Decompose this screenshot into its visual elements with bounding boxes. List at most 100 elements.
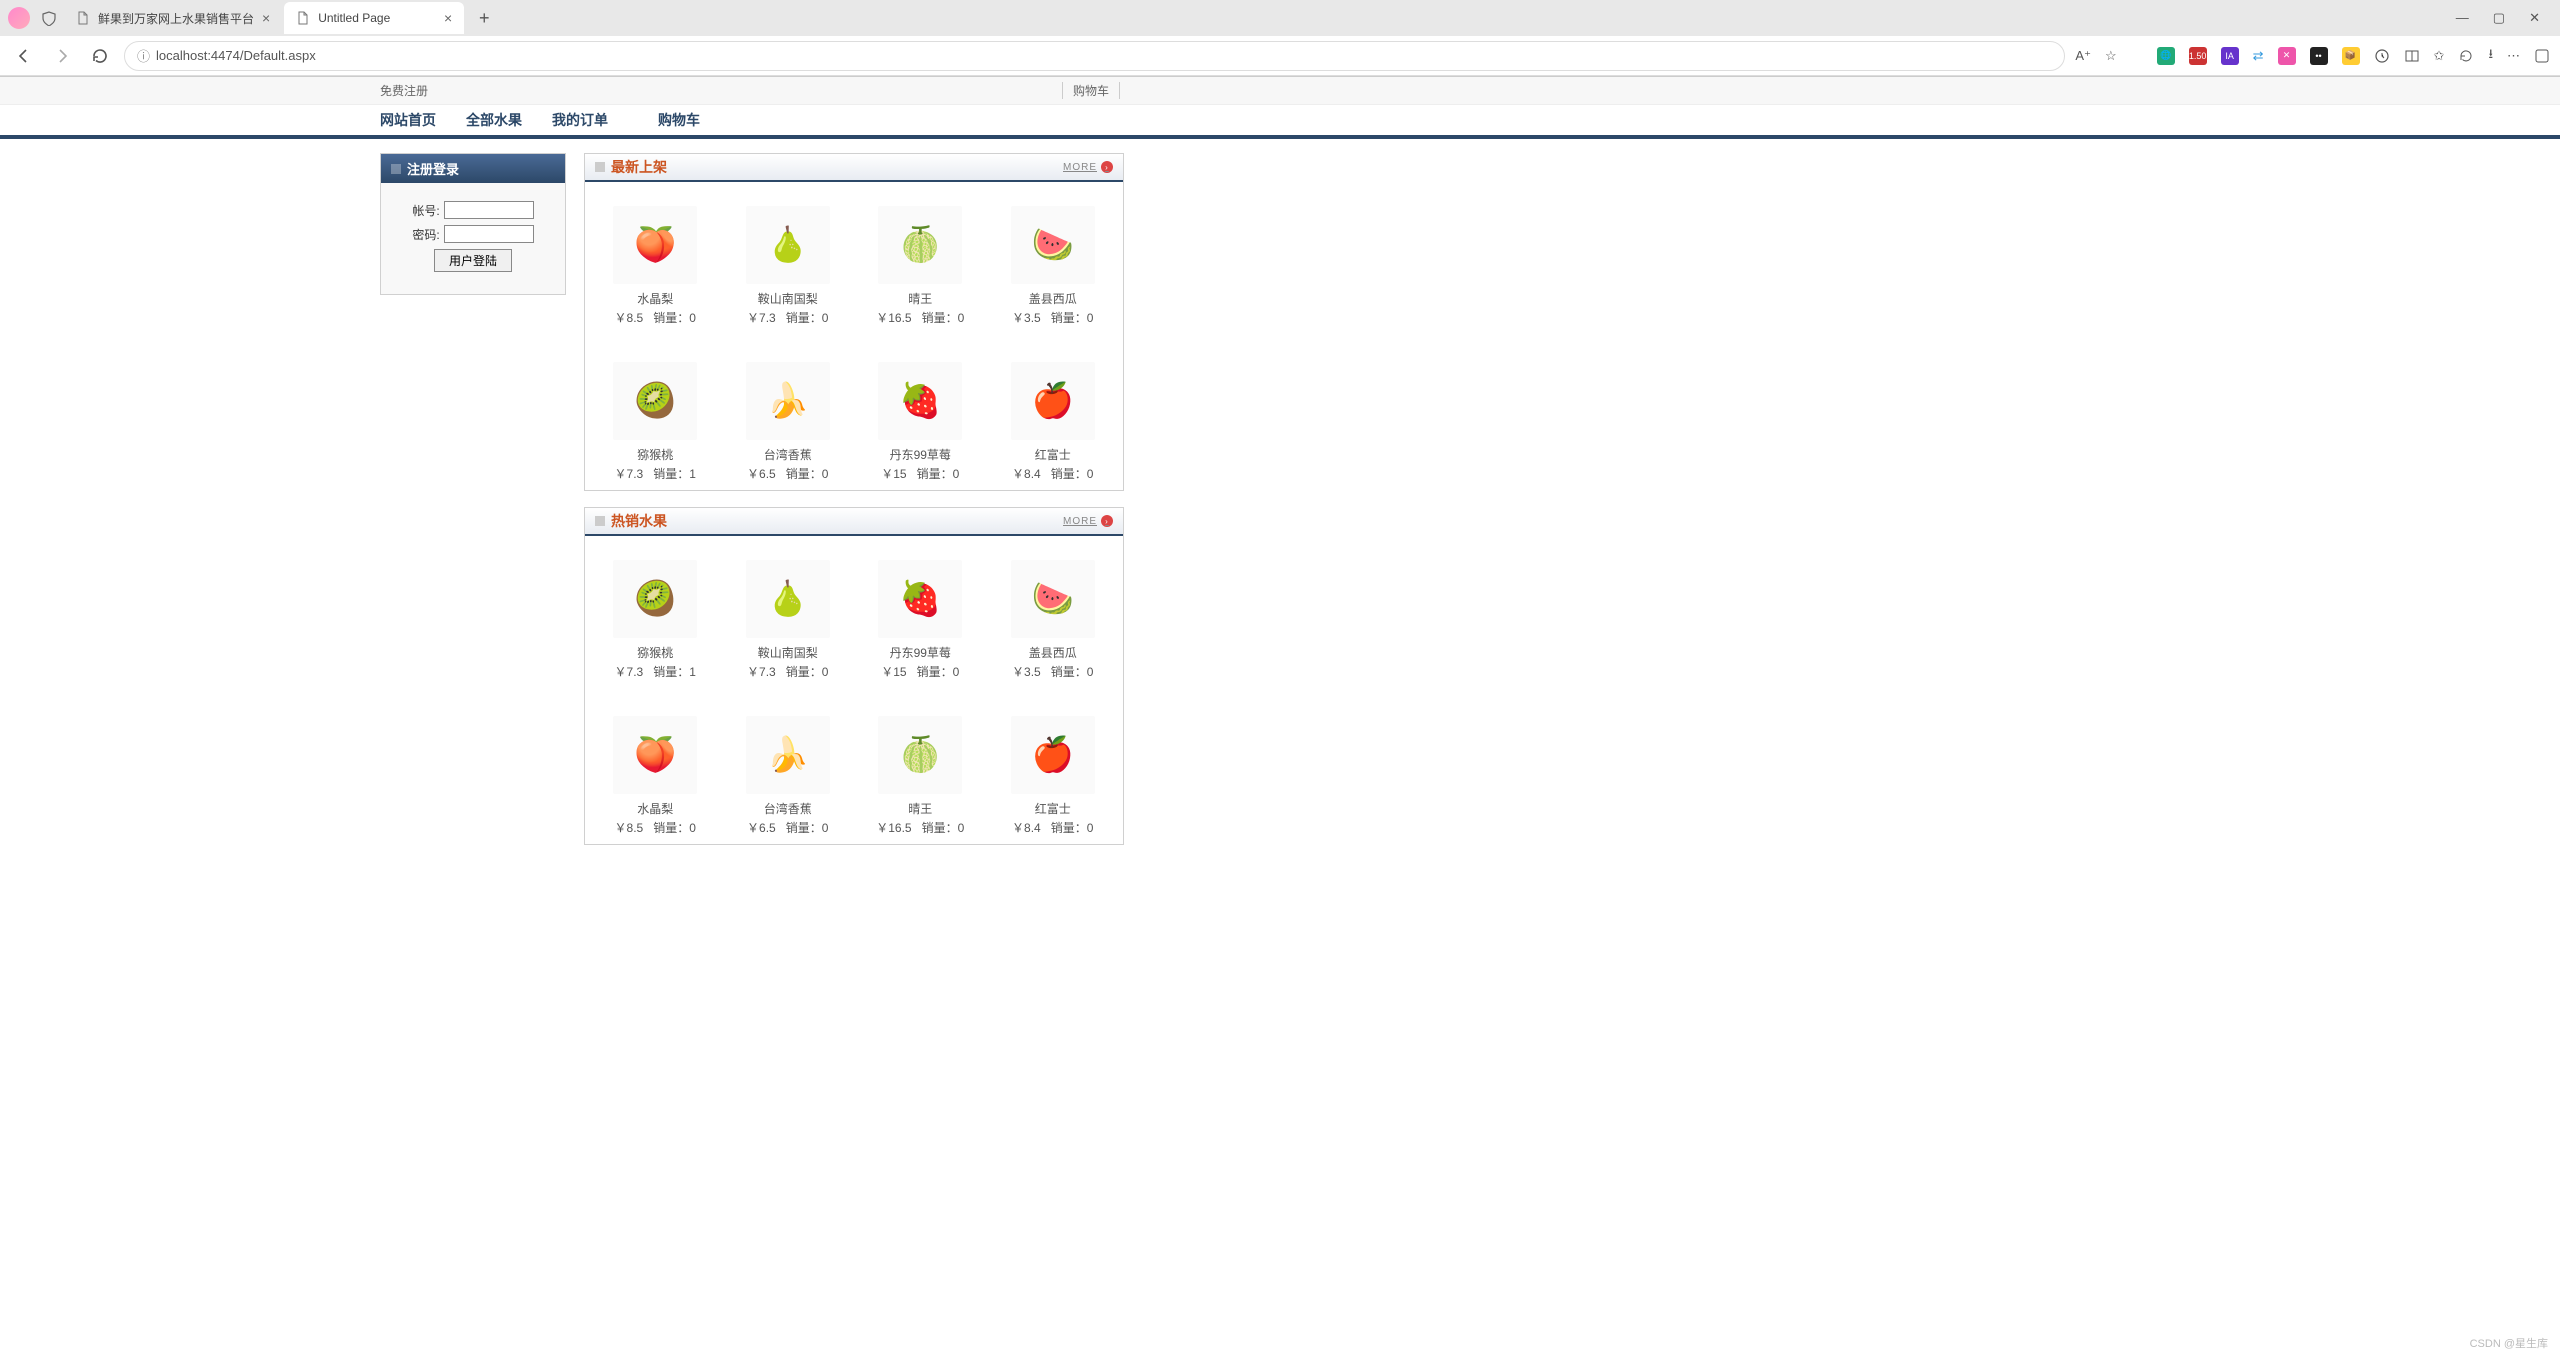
extension-icon[interactable]: IA (2221, 47, 2239, 65)
product-price: ￥16.5 (876, 821, 911, 835)
product-card[interactable]: 🍎红富士￥8.4销量：0 (997, 716, 1110, 836)
product-image[interactable]: 🍓 (878, 560, 962, 638)
product-price: ￥7.3 (747, 665, 776, 679)
product-price: ￥6.5 (747, 821, 776, 835)
nav-my-orders[interactable]: 我的订单 (552, 110, 608, 130)
login-button[interactable]: 用户登陆 (434, 249, 512, 272)
product-name[interactable]: 盖县西瓜 (997, 644, 1110, 661)
maximize-button[interactable]: ▢ (2493, 10, 2505, 26)
product-name[interactable]: 丹东99草莓 (864, 644, 977, 661)
product-image[interactable]: 🍎 (1011, 716, 1095, 794)
product-name[interactable]: 水晶梨 (599, 800, 712, 817)
product-sales-value: 0 (958, 311, 965, 325)
workspace-icon[interactable] (38, 7, 60, 29)
product-image[interactable]: 🍑 (613, 206, 697, 284)
product-sales-value: 0 (1087, 665, 1094, 679)
product-card[interactable]: 🍈晴王￥16.5销量：0 (864, 206, 977, 326)
product-image[interactable]: 🍈 (878, 206, 962, 284)
minimize-button[interactable]: — (2456, 10, 2469, 26)
product-image[interactable]: 🍐 (746, 206, 830, 284)
more-text: MORE (1063, 162, 1097, 173)
product-card[interactable]: 🍓丹东99草莓￥15销量：0 (864, 560, 977, 680)
extension-icon[interactable]: ⇄ (2253, 48, 2264, 64)
product-card[interactable]: 🍎红富士￥8.4销量：0 (997, 362, 1110, 482)
register-link[interactable]: 免费注册 (380, 82, 428, 99)
extension-icon[interactable]: 🌐 (2157, 47, 2175, 65)
extension-icon[interactable]: 📦 (2342, 47, 2360, 65)
extensions-menu-icon[interactable] (2374, 48, 2390, 64)
more-menu-icon[interactable]: ⋯ (2507, 48, 2520, 64)
downloads-icon[interactable]: ⭳ (2488, 45, 2493, 67)
product-card[interactable]: 🍓丹东99草莓￥15销量：0 (864, 362, 977, 482)
product-name[interactable]: 丹东99草莓 (864, 446, 977, 463)
product-name[interactable]: 台湾香蕉 (732, 446, 845, 463)
product-image[interactable]: 🍉 (1011, 206, 1095, 284)
product-image[interactable]: 🍎 (1011, 362, 1095, 440)
site-info-icon[interactable]: ⓘ (137, 46, 150, 65)
product-name[interactable]: 鞍山南国梨 (732, 644, 845, 661)
product-card[interactable]: 🍈晴王￥16.5销量：0 (864, 716, 977, 836)
product-image[interactable]: 🥝 (613, 560, 697, 638)
product-image[interactable]: 🍌 (746, 716, 830, 794)
product-card[interactable]: 🍐鞍山南国梨￥7.3销量：0 (732, 560, 845, 680)
product-name[interactable]: 晴王 (864, 800, 977, 817)
product-price: ￥16.5 (876, 311, 911, 325)
extension-icon[interactable]: •• (2310, 47, 2328, 65)
favorite-icon[interactable]: ☆ (2105, 48, 2117, 64)
product-image[interactable]: 🍈 (878, 716, 962, 794)
product-card[interactable]: 🍌台湾香蕉￥6.5销量：0 (732, 716, 845, 836)
password-input[interactable] (444, 225, 534, 243)
more-link[interactable]: MORE› (1063, 161, 1113, 173)
close-window-button[interactable]: ✕ (2529, 10, 2540, 26)
product-image[interactable]: 🍐 (746, 560, 830, 638)
product-card[interactable]: 🍑 水晶梨 ￥8.5销量：0 (599, 716, 712, 836)
history-icon[interactable] (2458, 48, 2474, 64)
extension-icon[interactable]: 1.50 (2189, 47, 2207, 65)
copilot-icon[interactable] (2534, 48, 2550, 64)
product-sales-value: 0 (689, 311, 696, 325)
browser-tab-1[interactable]: Untitled Page × (284, 2, 464, 34)
refresh-button[interactable] (86, 42, 114, 70)
nav-all-fruits[interactable]: 全部水果 (466, 110, 522, 130)
cart-link[interactable]: 购物车 (1062, 82, 1120, 99)
browser-tab-0[interactable]: 鲜果到万家网上水果销售平台 × (64, 2, 282, 34)
product-image[interactable]: 🥝 (613, 362, 697, 440)
product-card[interactable]: 🍑水晶梨￥8.5销量：0 (599, 206, 712, 326)
tab-close-icon[interactable]: × (262, 10, 270, 26)
profile-avatar[interactable] (8, 7, 30, 29)
product-image[interactable]: 🍑 (613, 716, 697, 794)
product-name[interactable]: 水晶梨 (599, 290, 712, 307)
product-image[interactable]: 🍌 (746, 362, 830, 440)
product-card[interactable]: 🍌台湾香蕉￥6.5销量：0 (732, 362, 845, 482)
product-name[interactable]: 鞍山南国梨 (732, 290, 845, 307)
product-name[interactable]: 猕猴桃 (599, 446, 712, 463)
new-tab-button[interactable]: + (470, 4, 498, 32)
product-name[interactable]: 猕猴桃 (599, 644, 712, 661)
product-name[interactable]: 盖县西瓜 (997, 290, 1110, 307)
more-link[interactable]: MORE› (1063, 515, 1113, 527)
product-image[interactable]: 🍉 (1011, 560, 1095, 638)
product-card[interactable]: 🍐 鞍山南国梨 ￥7.3销量：0 (732, 206, 845, 326)
nav-cart[interactable]: 购物车 (658, 110, 700, 130)
product-meta: ￥7.3销量：0 (732, 309, 845, 326)
back-button[interactable] (10, 42, 38, 70)
product-card[interactable]: 🍉盖县西瓜￥3.5销量：0 (997, 206, 1110, 326)
product-meta: ￥8.5销量：0 (599, 819, 712, 836)
product-image[interactable]: 🍓 (878, 362, 962, 440)
product-name[interactable]: 晴王 (864, 290, 977, 307)
product-card[interactable]: 🥝猕猴桃￥7.3销量：1 (599, 560, 712, 680)
tab-close-icon[interactable]: × (444, 10, 452, 26)
split-screen-icon[interactable] (2404, 48, 2420, 64)
product-name[interactable]: 红富士 (997, 800, 1110, 817)
nav-home[interactable]: 网站首页 (380, 110, 436, 130)
favorites-bar-icon[interactable]: ✩ (2434, 48, 2445, 64)
url-bar[interactable]: ⓘ localhost:4474/Default.aspx (124, 41, 2065, 71)
extension-icon[interactable]: ✕ (2278, 47, 2296, 65)
read-aloud-icon[interactable]: A⁺ (2075, 48, 2091, 64)
product-card[interactable]: 🥝猕猴桃￥7.3销量：1 (599, 362, 712, 482)
product-sales-label: 销量： (1051, 467, 1087, 481)
product-name[interactable]: 红富士 (997, 446, 1110, 463)
account-input[interactable] (444, 201, 534, 219)
product-card[interactable]: 🍉盖县西瓜￥3.5销量：0 (997, 560, 1110, 680)
product-name[interactable]: 台湾香蕉 (732, 800, 845, 817)
